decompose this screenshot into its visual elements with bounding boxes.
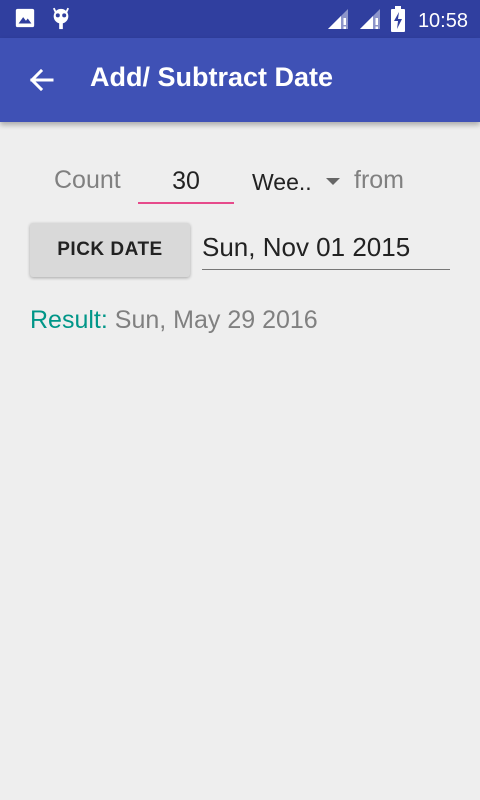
result-row: Result: Sun, May 29 2016 [30,306,318,335]
from-label: from [354,166,404,194]
date-value: Sun, Nov 01 2015 [202,232,411,262]
pick-date-button[interactable]: PICK DATE [30,223,190,277]
date-field[interactable]: Sun, Nov 01 2015 [202,228,450,270]
arrow-back-icon[interactable] [22,60,62,100]
unit-dropdown[interactable]: Wee.. [246,160,346,204]
signal-icon [326,7,350,36]
result-label: Result: [30,306,108,334]
signal-icon [358,7,382,36]
count-label: Count [54,166,121,194]
status-time: 10:58 [417,10,468,32]
image-icon [14,7,36,36]
dropdown-arrow-icon [326,178,340,185]
unit-dropdown-value: Wee.. [252,169,312,195]
count-input[interactable] [138,160,234,204]
battery-charging-icon [390,6,406,37]
result-value: Sun, May 29 2016 [114,306,318,334]
status-bar: 10:58 [0,0,480,38]
app-bar: Add/ Subtract Date [0,38,480,122]
debug-android-icon [50,7,72,36]
page-title: Add/ Subtract Date [90,62,334,92]
